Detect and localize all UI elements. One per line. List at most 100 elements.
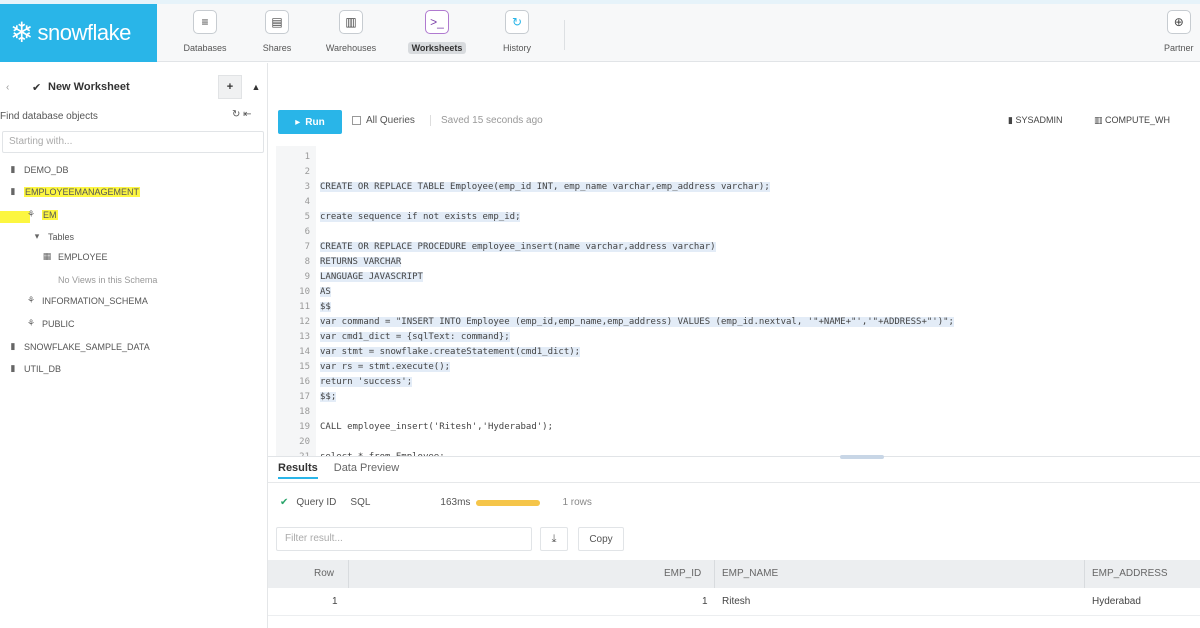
copy-button[interactable]: Copy <box>578 527 624 551</box>
tree-item-label: PUBLIC <box>42 318 75 329</box>
nav-partner[interactable]: ⊕ Partner <box>1160 10 1198 54</box>
filter-result-input[interactable]: Filter result... <box>276 527 532 551</box>
nav-label: Worksheets <box>407 42 467 54</box>
line-number: 9 <box>304 271 310 282</box>
all-queries-checkbox[interactable] <box>352 116 361 125</box>
cell-row: 1 <box>332 596 338 607</box>
run-label: Run <box>305 116 325 128</box>
schema-icon: ⚘ <box>26 209 36 219</box>
code-text: $$; <box>320 391 337 402</box>
code-line[interactable]: 14 var stmt = snowflake.createStatement(c… <box>276 344 1176 359</box>
code-line[interactable]: 18 <box>276 404 1176 419</box>
code-line[interactable]: 12 var command = "INSERT INTO Employee (e… <box>276 314 1176 329</box>
query-id-link[interactable]: Query ID <box>296 497 336 508</box>
line-number: 12 <box>299 316 310 327</box>
code-line[interactable]: 19 CALL employee_insert('Ritesh','Hyderab… <box>276 419 1176 434</box>
object-browser-sidebar: ‹ ✔ New Worksheet + ▲ Find database obje… <box>0 63 268 628</box>
success-check-icon: ✔ <box>280 497 289 508</box>
code-line[interactable]: 15 var rs = stmt.execute(); <box>276 359 1176 374</box>
line-number: 10 <box>299 286 310 297</box>
line-number: 1 <box>304 151 310 162</box>
tree-item-employeemanagement[interactable]: ▮ EMPLOYEEMANAGEMENT <box>8 186 141 197</box>
tab-results[interactable]: Results <box>278 462 318 479</box>
table-row[interactable]: 1 1 Ritesh Hyderabad <box>268 588 1200 616</box>
code-line[interactable]: 1 <box>276 149 1176 164</box>
nav-worksheets[interactable]: >_ Worksheets <box>406 10 468 58</box>
code-line[interactable]: 2 <box>276 164 1176 179</box>
add-worksheet-button[interactable]: + <box>218 75 242 99</box>
tree-item-util-db[interactable]: ▮ UTIL_DB <box>8 363 62 374</box>
code-text: RETURNS VARCHAR <box>320 256 402 267</box>
schema-icon: ⚘ <box>26 295 36 305</box>
code-line[interactable]: 10 AS <box>276 284 1176 299</box>
tree-item-em[interactable]: ⚘ EM <box>26 209 58 220</box>
tree-item-tables[interactable]: ▾ Tables <box>32 231 74 242</box>
tree-empty-views: No Views in this Schema <box>58 275 157 285</box>
worksheet-tab[interactable]: ‹ ✔ New Worksheet + ▲ <box>0 75 268 99</box>
download-button[interactable]: ⤓ <box>540 527 568 551</box>
nav-shares[interactable]: ▤ Shares <box>246 10 308 58</box>
code-line[interactable]: 9 LANGUAGE JAVASCRIPT <box>276 269 1176 284</box>
column-header-emp-name[interactable]: EMP_NAME <box>722 568 778 579</box>
tree-item-employee[interactable]: ▦ EMPLOYEE <box>42 251 108 262</box>
code-line[interactable]: 4 <box>276 194 1176 209</box>
code-line[interactable]: 21select * from Employee; <box>276 449 1176 457</box>
find-objects-label: Find database objects <box>0 111 98 122</box>
run-button[interactable]: ▸ Run <box>278 110 342 134</box>
tree-item-demo-db[interactable]: ▮ DEMO_DB <box>8 164 69 175</box>
sql-link[interactable]: SQL <box>350 497 370 508</box>
tree-item-public[interactable]: ⚘ PUBLIC <box>26 318 75 329</box>
code-line[interactable]: 8 RETURNS VARCHAR <box>276 254 1176 269</box>
tree-item-information-schema[interactable]: ⚘ INFORMATION_SCHEMA <box>26 295 148 306</box>
code-text: LANGUAGE JAVASCRIPT <box>320 271 423 282</box>
warehouse-label: COMPUTE_WH <box>1105 115 1171 125</box>
code-line[interactable]: 17 $$; <box>276 389 1176 404</box>
role-selector[interactable]: ▮ SYSADMIN <box>1008 115 1062 126</box>
tab-data-preview[interactable]: Data Preview <box>334 462 399 479</box>
nav-history[interactable]: ↻ History <box>486 10 548 58</box>
sql-editor[interactable]: 1 2 3 CREATE OR REPLACE TABLE Employee(emp_… <box>276 146 1200 456</box>
line-number: 18 <box>299 406 310 417</box>
chevron-left-icon[interactable]: ‹ <box>6 82 9 93</box>
column-header-emp-id[interactable]: EMP_ID <box>664 568 701 579</box>
snowflake-icon: ❄ <box>10 17 34 48</box>
line-number: 17 <box>299 391 310 402</box>
play-icon: ▸ <box>295 116 301 128</box>
tree-item-snowflake-sample-data[interactable]: ▮ SNOWFLAKE_SAMPLE_DATA <box>8 341 150 352</box>
refresh-icon[interactable]: ↻ ⇤ <box>232 109 252 120</box>
worksheet-tab-label: New Worksheet <box>48 81 130 93</box>
nav-label: Databases <box>183 43 227 53</box>
code-line[interactable]: 11 $$ <box>276 299 1176 314</box>
table-icon: ▦ <box>42 251 52 261</box>
tree-item-label: Tables <box>48 231 75 242</box>
line-number: 3 <box>304 181 310 192</box>
warehouse-selector[interactable]: ▥ COMPUTE_WH <box>1094 115 1170 126</box>
line-number: 14 <box>299 346 310 357</box>
tree-item-label: EMPLOYEE <box>58 251 108 262</box>
column-header-row[interactable]: Row <box>314 568 334 579</box>
code-text: CREATE OR REPLACE PROCEDURE employee_ins… <box>320 241 716 252</box>
tabs-divider <box>268 482 1200 483</box>
object-search-input[interactable]: Starting with... <box>2 131 264 153</box>
code-line[interactable]: 20 <box>276 434 1176 449</box>
code-line[interactable]: 13 var cmd1_dict = {sqlText: command}; <box>276 329 1176 344</box>
code-line[interactable]: 5 create sequence if not exists emp_id; <box>276 209 1176 224</box>
nav-databases[interactable]: ≡ Databases <box>174 10 236 58</box>
nav-warehouses[interactable]: ▥ Warehouses <box>320 10 382 58</box>
tree-item-label: UTIL_DB <box>24 363 62 374</box>
caret-up-icon[interactable]: ▲ <box>246 75 266 99</box>
code-line[interactable]: 7 CREATE OR REPLACE PROCEDURE employee_in… <box>276 239 1176 254</box>
query-progress-bar <box>476 499 541 506</box>
code-line[interactable]: 6 <box>276 224 1176 239</box>
column-header-emp-address[interactable]: EMP_ADDRESS <box>1092 568 1168 579</box>
snowflake-logo[interactable]: ❄ snowflake <box>0 4 157 62</box>
code-line[interactable]: 3 CREATE OR REPLACE TABLE Employee(emp_id… <box>276 179 1176 194</box>
column-separator <box>348 560 349 588</box>
line-number: 8 <box>304 256 310 267</box>
progress-fill <box>476 499 541 506</box>
all-queries-toggle[interactable]: All Queries <box>352 115 415 126</box>
code-line[interactable]: 16 return 'success'; <box>276 374 1176 389</box>
worksheet-icon: >_ <box>425 10 449 34</box>
resize-handle[interactable] <box>840 455 884 459</box>
line-number: 13 <box>299 331 310 342</box>
